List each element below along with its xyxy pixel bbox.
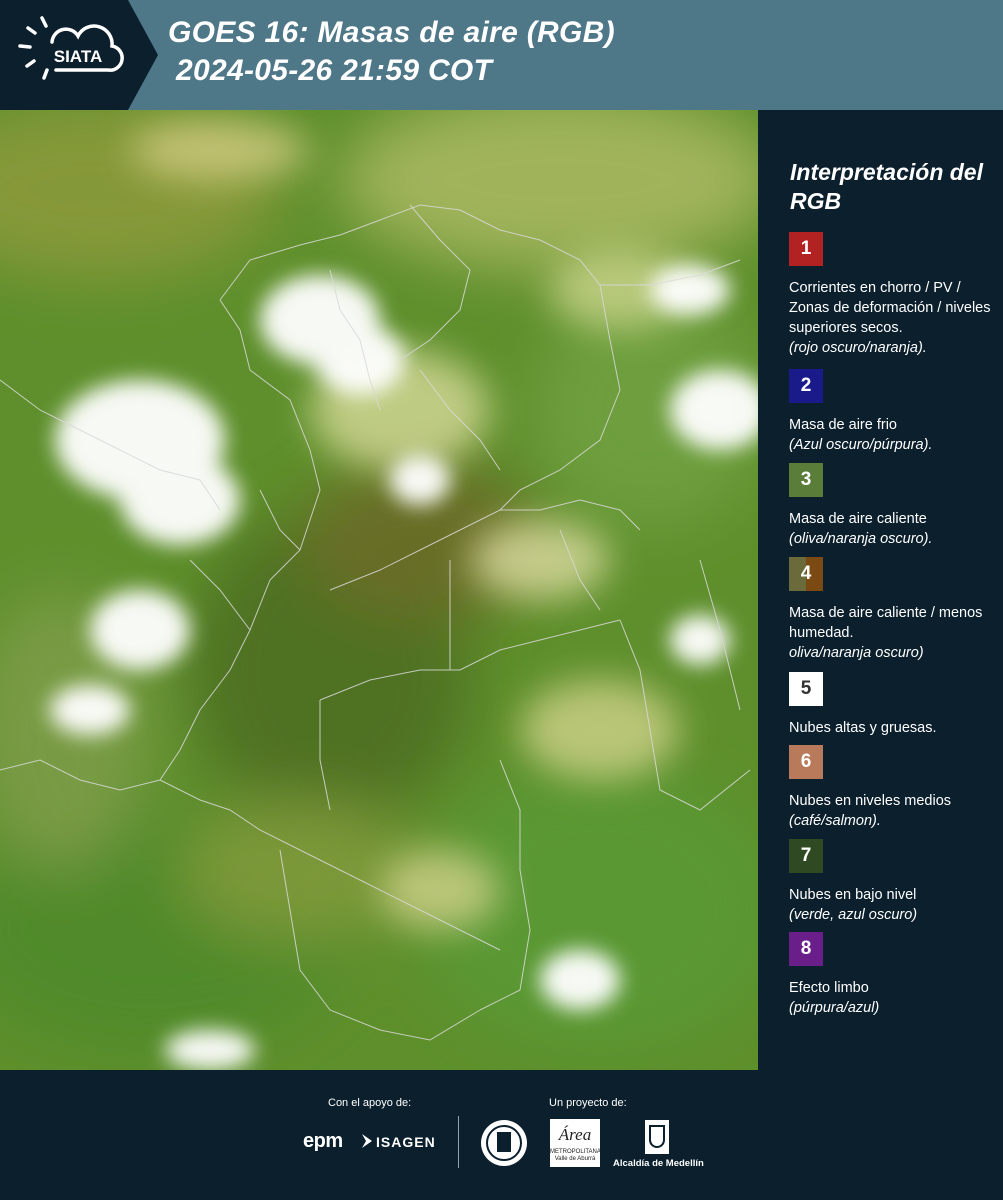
legend-desc-5: Nubes altas y gruesas.	[789, 718, 994, 738]
page-title: GOES 16: Masas de aire (RGB) 2024-05-26 …	[168, 14, 615, 90]
legend-desc-4: Masa de aire caliente / menos humedad. o…	[789, 603, 994, 663]
legend-note-3: (oliva/naranja oscuro).	[789, 531, 933, 547]
legend-swatch-7: 7	[789, 839, 823, 873]
footer-divider	[458, 1116, 459, 1168]
satellite-map	[0, 110, 758, 1070]
legend-item-3: 3 Masa de aire caliente (oliva/naranja o…	[789, 463, 994, 549]
legend-text-5: Nubes altas y gruesas.	[789, 720, 937, 736]
legend-desc-1: Corrientes en chorro / PV / Zonas de def…	[789, 278, 994, 358]
legend-note-7: (verde, azul oscuro)	[789, 907, 918, 923]
legend-item-4: 4 Masa de aire caliente / menos humedad.…	[789, 557, 994, 663]
legend-desc-3: Masa de aire caliente (oliva/naranja osc…	[789, 509, 994, 549]
legend-desc-2: Masa de aire frio (Azul oscuro/púrpura).	[789, 415, 994, 455]
legend-note-4: oliva/naranja oscuro)	[789, 645, 924, 661]
legend-item-1: 1 Corrientes en chorro / PV / Zonas de d…	[789, 232, 994, 358]
isagen-icon	[362, 1134, 372, 1148]
legend-swatch-5: 5	[789, 672, 823, 706]
legend-item-6: 6 Nubes en niveles medios (café/salmon).	[789, 745, 994, 831]
legend-desc-6: Nubes en niveles medios (café/salmon).	[789, 791, 994, 831]
legend-text-7: Nubes en bajo nivel	[789, 887, 917, 903]
alcaldia-crest-icon	[645, 1120, 669, 1154]
epm-logo: epm	[303, 1130, 343, 1152]
legend-text-2: Masa de aire frio	[789, 417, 897, 433]
title-line-2: 2024-05-26 21:59 COT	[176, 54, 493, 87]
legend-panel: Interpretación del RGB 1 Corrientes en c…	[758, 110, 1003, 1070]
area-logo-text: Área	[558, 1125, 592, 1144]
legend-swatch-3: 3	[789, 463, 823, 497]
alcaldia-logo-text: Alcaldía de Medellín	[613, 1158, 704, 1169]
legend-title: Interpretación del RGB	[790, 159, 983, 214]
legend-swatch-1: 1	[789, 232, 823, 266]
legend-item-2: 2 Masa de aire frio (Azul oscuro/púrpura…	[789, 369, 994, 455]
area-metropolitana-logo: Área METROPOLITANA Valle de Aburrá	[550, 1119, 601, 1167]
legend-item-5: 5 Nubes altas y gruesas.	[789, 672, 994, 738]
legend-swatch-6: 6	[789, 745, 823, 779]
siata-logo: SIATA	[0, 0, 158, 110]
legend-swatch-8: 8	[789, 932, 823, 966]
isagen-logo: ISAGEN	[376, 1134, 436, 1150]
legend-text-1: Corrientes en chorro / PV / Zonas de def…	[789, 280, 991, 336]
legend-note-2: (Azul oscuro/púrpura).	[789, 437, 933, 453]
area-logo-subtext: METROPOLITANA Valle de Aburrá	[550, 1149, 601, 1162]
legend-item-7: 7 Nubes en bajo nivel (verde, azul oscur…	[789, 839, 994, 925]
header-bar: SIATA GOES 16: Masas de aire (RGB) 2024-…	[0, 0, 1003, 110]
university-seal-icon	[481, 1120, 527, 1166]
footer: Con el apoyo de: Un proyecto de: epm ISA…	[0, 1070, 1003, 1200]
project-label: Un proyecto de:	[549, 1097, 627, 1109]
legend-text-3: Masa de aire caliente	[789, 511, 927, 527]
legend-swatch-4: 4	[789, 557, 823, 591]
legend-note-8: (púrpura/azul)	[789, 1000, 880, 1016]
support-label: Con el apoyo de:	[328, 1097, 412, 1109]
title-line-1: GOES 16: Masas de aire (RGB)	[168, 16, 615, 49]
legend-item-8: 8 Efecto limbo (púrpura/azul)	[789, 932, 994, 1018]
logo-text: SIATA	[54, 47, 102, 66]
legend-swatch-2: 2	[789, 369, 823, 403]
legend-note-1: (rojo oscuro/naranja).	[789, 340, 927, 356]
legend-text-6: Nubes en niveles medios	[789, 793, 952, 809]
legend-desc-8: Efecto limbo (púrpura/azul)	[789, 978, 994, 1018]
legend-note-6: (café/salmon).	[789, 813, 881, 829]
legend-text-8: Efecto limbo	[789, 980, 869, 996]
legend-desc-7: Nubes en bajo nivel (verde, azul oscuro)	[789, 885, 994, 925]
legend-text-4: Masa de aire caliente / menos humedad.	[789, 605, 983, 641]
